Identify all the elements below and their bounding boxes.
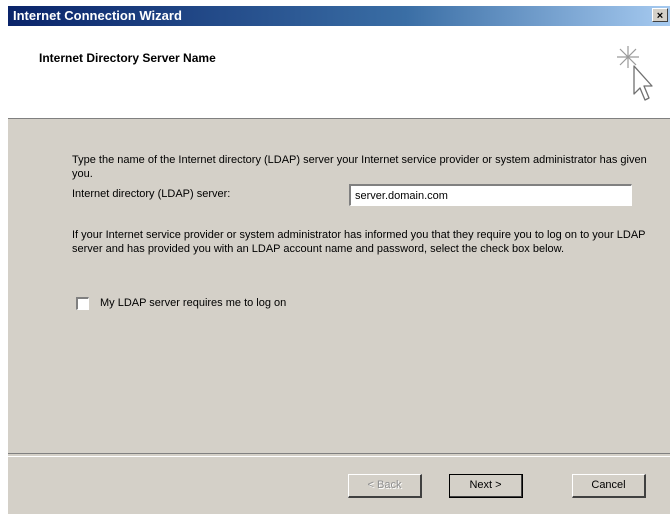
wizard-cursor-sparkle-icon	[617, 46, 653, 101]
title-bar: Internet Connection Wizard ×	[8, 6, 670, 26]
logon-info-text: If your Internet service provider or sys…	[72, 229, 646, 255]
footer-separator	[8, 453, 670, 457]
logon-checkbox-label[interactable]: My LDAP server requires me to log on	[100, 297, 286, 309]
close-button[interactable]: ×	[652, 8, 668, 22]
cancel-button[interactable]: Cancel	[572, 474, 646, 498]
back-button[interactable]: < Back	[348, 474, 422, 498]
next-button[interactable]: Next >	[449, 474, 523, 498]
wizard-header: Internet Directory Server Name	[8, 26, 670, 119]
ldap-server-input[interactable]	[349, 184, 632, 206]
intro-text: Type the name of the Internet directory …	[72, 154, 647, 180]
wizard-window: Internet Connection Wizard × Internet Di…	[8, 6, 670, 514]
page-title: Internet Directory Server Name	[39, 51, 216, 65]
window-title: Internet Connection Wizard	[13, 8, 182, 23]
ldap-server-label: Internet directory (LDAP) server:	[72, 188, 231, 200]
close-icon: ×	[656, 10, 664, 22]
logon-checkbox[interactable]	[76, 297, 89, 310]
